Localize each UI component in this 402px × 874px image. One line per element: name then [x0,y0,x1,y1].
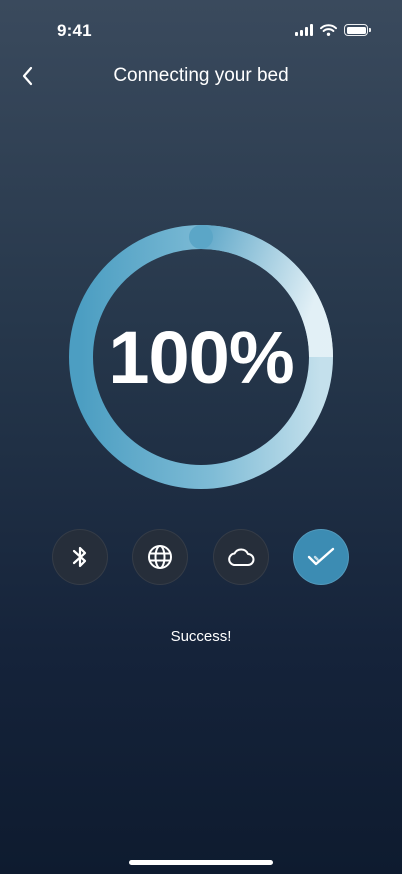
status-message: Success! [170,628,232,645]
home-indicator [129,860,273,865]
status-icons [295,24,371,36]
step-bluetooth [52,529,108,585]
step-internet [132,529,188,585]
nav-bar: Connecting your bed [0,56,402,96]
status-bar: 9:41 [0,0,402,54]
wifi-icon [320,24,337,36]
step-cloud [213,529,269,585]
progress-arc-cap [189,225,213,249]
signal-icon [295,24,313,36]
bluetooth-icon [72,546,87,568]
progress-percent: 100% [108,316,294,399]
connection-steps [52,529,350,586]
cloud-icon [228,548,255,566]
check-icon [307,547,335,566]
battery-icon [344,24,371,36]
progress-ring: 100% [68,224,334,490]
globe-icon [148,545,172,569]
status-time: 9:41 [57,21,92,40]
page-title: Connecting your bed [113,65,289,86]
step-success [293,529,349,585]
